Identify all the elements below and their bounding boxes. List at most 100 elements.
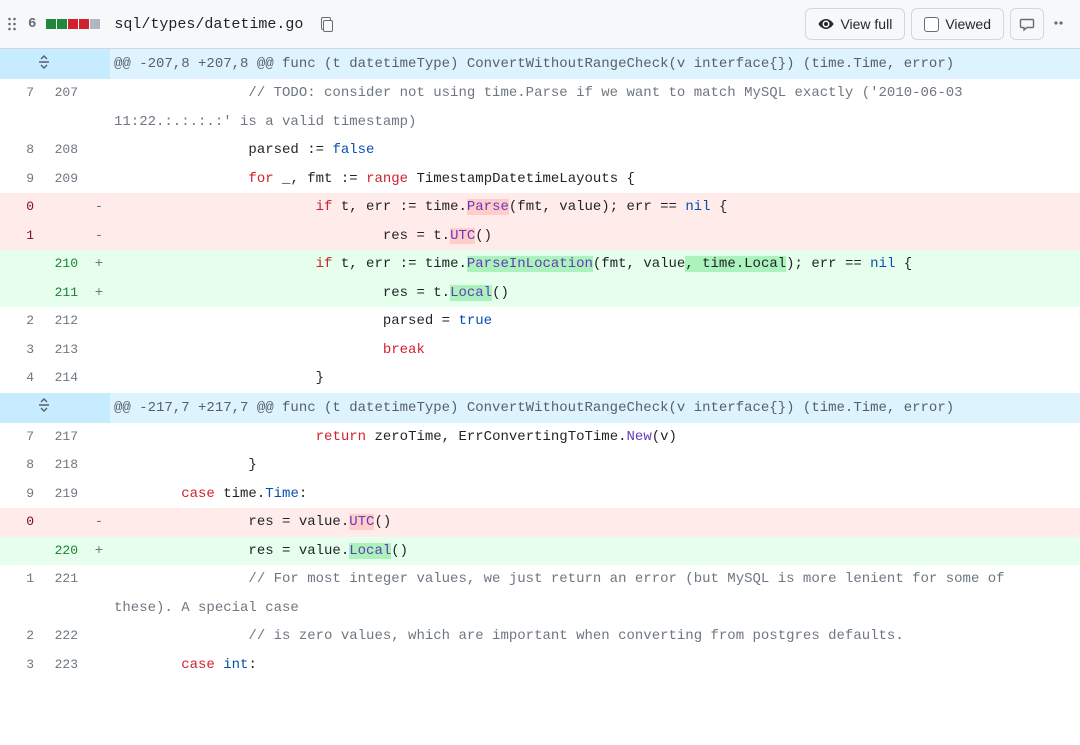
code-cell: res = t.UTC() <box>110 222 1080 251</box>
view-full-label: View full <box>840 16 892 32</box>
diff-table: @@ -207,8 +207,8 @@ func (t datetimeType… <box>0 49 1080 679</box>
drag-handle-icon[interactable] <box>4 16 20 32</box>
expand-hunk-button[interactable] <box>0 49 88 79</box>
line-num-new[interactable]: 208 <box>44 136 88 165</box>
viewed-checkbox-icon <box>924 17 939 32</box>
comment-button[interactable] <box>1010 8 1044 40</box>
diff-marker-minus: - <box>88 222 110 251</box>
line-num-new[interactable]: 214 <box>44 364 88 393</box>
code-cell: } <box>110 364 1080 393</box>
diff-line-deleted: 0 - res = value.UTC() <box>0 508 1080 537</box>
viewed-toggle[interactable]: Viewed <box>911 8 1004 40</box>
diffstat-neutral-block <box>90 19 100 29</box>
diff-line: 9 209 for _, fmt := range TimestampDatet… <box>0 165 1080 194</box>
diff-line: 8 208 parsed := false <box>0 136 1080 165</box>
diff-line: 4 214 } <box>0 364 1080 393</box>
code-cell: } <box>110 451 1080 480</box>
diff-line: 3 223 case int: <box>0 651 1080 680</box>
line-num-new[interactable]: 219 <box>44 480 88 509</box>
line-num-old[interactable]: 7 <box>0 79 44 136</box>
copy-icon <box>319 16 335 32</box>
code-cell: for _, fmt := range TimestampDatetimeLay… <box>110 165 1080 194</box>
line-num-new[interactable]: 209 <box>44 165 88 194</box>
eye-icon <box>818 16 834 32</box>
diff-line-deleted: 1 - res = t.UTC() <box>0 222 1080 251</box>
code-cell: res = t.Local() <box>110 279 1080 308</box>
diff-line-added: 211 + res = t.Local() <box>0 279 1080 308</box>
code-cell: parsed := false <box>110 136 1080 165</box>
view-full-button[interactable]: View full <box>805 8 905 40</box>
overflow-icon[interactable] <box>1054 15 1068 34</box>
line-num-new[interactable]: 213 <box>44 336 88 365</box>
diff-line: 2 222 // is zero values, which are impor… <box>0 622 1080 651</box>
diff-line: 3 213 break <box>0 336 1080 365</box>
unfold-icon <box>36 397 52 413</box>
diff-line-added: 220 + res = value.Local() <box>0 537 1080 566</box>
line-num-old[interactable]: 0 <box>0 508 44 537</box>
code-cell: parsed = true <box>110 307 1080 336</box>
line-num-new[interactable]: 212 <box>44 307 88 336</box>
code-cell: break <box>110 336 1080 365</box>
line-num-old[interactable]: 7 <box>0 423 44 452</box>
line-num-old[interactable]: 3 <box>0 336 44 365</box>
diff-line: 7 207 // TODO: consider not using time.P… <box>0 79 1080 136</box>
line-num-old[interactable]: 1 <box>0 222 44 251</box>
changes-count: 6 <box>28 16 36 32</box>
diffstat <box>46 19 100 29</box>
hunk-header-text: @@ -207,8 +207,8 @@ func (t datetimeType… <box>110 49 1080 79</box>
hunk-header-text: @@ -217,7 +217,7 @@ func (t datetimeType… <box>110 393 1080 423</box>
line-num-new[interactable]: 211 <box>44 279 88 308</box>
line-num-new[interactable]: 207 <box>44 79 88 136</box>
diff-line: 7 217 return zeroTime, ErrConvertingToTi… <box>0 423 1080 452</box>
line-num-new[interactable]: 223 <box>44 651 88 680</box>
code-cell: case int: <box>110 651 1080 680</box>
code-cell: res = value.UTC() <box>110 508 1080 537</box>
diff-marker-plus: + <box>88 250 110 279</box>
diff-marker-minus: - <box>88 508 110 537</box>
code-cell: // TODO: consider not using time.Parse i… <box>110 79 1080 136</box>
comment-icon <box>1019 16 1035 32</box>
line-num-old[interactable]: 1 <box>0 565 44 622</box>
code-cell: if t, err := time.ParseInLocation(fmt, v… <box>110 250 1080 279</box>
viewed-label: Viewed <box>945 16 991 32</box>
file-path-link[interactable]: sql/types/datetime.go <box>114 16 303 33</box>
line-num-new[interactable]: 220 <box>44 537 88 566</box>
line-num-old[interactable]: 9 <box>0 165 44 194</box>
diff-marker-minus: - <box>88 193 110 222</box>
line-num-old[interactable]: 3 <box>0 651 44 680</box>
line-num-old[interactable]: 2 <box>0 622 44 651</box>
hunk-header: @@ -207,8 +207,8 @@ func (t datetimeType… <box>0 49 1080 79</box>
diffstat-add-block <box>57 19 67 29</box>
line-num-old[interactable]: 4 <box>0 364 44 393</box>
diffstat-del-block <box>79 19 89 29</box>
code-cell: // is zero values, which are important w… <box>110 622 1080 651</box>
diffstat-add-block <box>46 19 56 29</box>
line-num-old[interactable]: 2 <box>0 307 44 336</box>
line-num-old[interactable]: 9 <box>0 480 44 509</box>
file-header: 6 sql/types/datetime.go View full Viewed <box>0 0 1080 49</box>
expand-hunk-button[interactable] <box>0 393 88 423</box>
code-cell: // For most integer values, we just retu… <box>110 565 1080 622</box>
line-num-new[interactable]: 217 <box>44 423 88 452</box>
diff-marker-plus: + <box>88 537 110 566</box>
diff-line: 1 221 // For most integer values, we jus… <box>0 565 1080 622</box>
line-num-new[interactable]: 221 <box>44 565 88 622</box>
unfold-icon <box>36 54 52 70</box>
copy-path-button[interactable] <box>313 10 341 38</box>
line-num-new[interactable]: 210 <box>44 250 88 279</box>
diff-line: 9 219 case time.Time: <box>0 480 1080 509</box>
line-num-new[interactable]: 222 <box>44 622 88 651</box>
code-cell: res = value.Local() <box>110 537 1080 566</box>
hunk-header: @@ -217,7 +217,7 @@ func (t datetimeType… <box>0 393 1080 423</box>
line-num-old[interactable]: 8 <box>0 136 44 165</box>
diff-marker-plus: + <box>88 279 110 308</box>
code-cell: if t, err := time.Parse(fmt, value); err… <box>110 193 1080 222</box>
code-cell: return zeroTime, ErrConvertingToTime.New… <box>110 423 1080 452</box>
line-num-new[interactable]: 218 <box>44 451 88 480</box>
diff-line: 8 218 } <box>0 451 1080 480</box>
code-cell: case time.Time: <box>110 480 1080 509</box>
line-num-old[interactable]: 8 <box>0 451 44 480</box>
diff-line: 2 212 parsed = true <box>0 307 1080 336</box>
line-num-old[interactable]: 0 <box>0 193 44 222</box>
diff-line-deleted: 0 - if t, err := time.Parse(fmt, value);… <box>0 193 1080 222</box>
